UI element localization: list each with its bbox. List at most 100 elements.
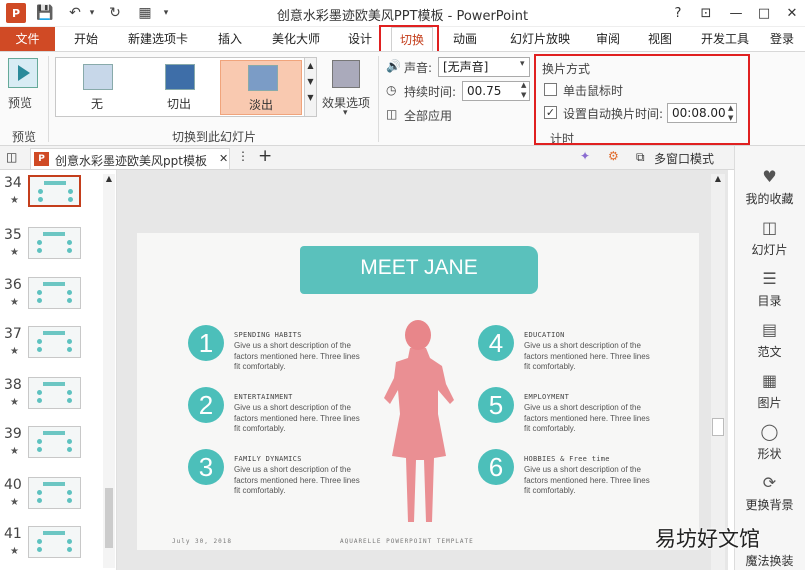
slide-title: MEET JANE [360,256,478,279]
sound-select[interactable]: [无声音] [438,57,530,77]
item-number-circle: 4 [478,325,514,361]
tab-new[interactable]: 新建选项卡 [122,27,194,51]
sound-dropdown-icon[interactable]: ▾ [520,59,525,69]
slide-number: 40 [4,477,22,493]
effect-options-icon[interactable] [332,60,360,88]
sound-label: 声音: [404,61,433,75]
thumbnail-row[interactable]: 36 ★ [0,275,117,319]
item-number-circle: 6 [478,449,514,485]
gallery-scroll[interactable]: ▲ ▼ ▼ [304,58,316,116]
highlight-transitions-tab [379,25,439,53]
slide-thumbnail[interactable] [28,426,81,458]
highlight-timing-group [534,54,750,145]
preview-button-label[interactable]: 预览 [8,94,32,111]
slide-number: 41 [4,526,22,542]
slide-thumbnail[interactable] [28,477,81,509]
thumbnail-row[interactable]: 41 ★ [0,524,117,568]
item-description: Give us a short description of the facto… [234,341,360,371]
ribbon-display-button[interactable]: ⊡ [693,2,719,24]
toc-button[interactable]: ☰ 目录 [734,270,805,309]
thumbnail-row[interactable]: 35 ★ [0,225,117,269]
slide-thumbnail[interactable] [28,326,81,358]
transition-group-label: 切换到此幻灯片 [172,130,257,144]
change-background-button[interactable]: ⟳ 更换背景 [734,474,805,513]
slide-title-banner: MEET JANE [300,246,538,294]
star-icon: ★ [10,397,19,408]
duration-label: 持续时间: [404,85,457,99]
tab-home[interactable]: 开始 [66,27,106,51]
ppt-file-icon: P [34,152,49,166]
slide-thumbnail[interactable] [28,277,81,309]
slide-thumbnail[interactable] [28,227,81,259]
tab-slideshow[interactable]: 幻灯片放映 [502,27,578,51]
canvas-vertical-scrollbar[interactable]: ▲ [711,174,725,570]
samples-button[interactable]: ▤ 范文 [734,321,805,360]
document-tab[interactable]: P 创意水彩墨迹欧美风ppt模板 ✕ [30,148,230,169]
close-button[interactable]: ✕ [779,2,805,24]
slides-icon: ◫ [761,218,778,237]
tab-file[interactable]: 文件 [0,27,55,51]
item-heading: FAMILY DYNAMICS [234,455,302,463]
minimize-button[interactable]: — [723,2,749,24]
shape-icon: ◯ [760,422,779,441]
tab-review[interactable]: 审阅 [588,27,628,51]
tab-design[interactable]: 设计 [340,27,380,51]
preview-icon[interactable] [8,58,38,88]
star-icon: ★ [10,297,19,308]
tab-login[interactable]: 登录 [770,27,805,51]
close-tab-icon[interactable]: ✕ [219,152,228,165]
pictures-button[interactable]: ▦ 图片 [734,372,805,411]
thumbnail-row[interactable]: 34 ★ [0,173,117,217]
new-tab-icon[interactable]: + [258,146,272,166]
item-heading: EMPLOYMENT [524,393,570,401]
star-icon: ★ [10,195,19,206]
thumbnail-row[interactable]: 40 ★ [0,475,117,519]
tab-developer[interactable]: 开发工具 [695,27,755,51]
magic-icon[interactable]: ✦ [580,149,590,163]
watermark-text: 易坊好文馆 [655,527,760,551]
tab-list-icon[interactable]: ◫ [6,150,17,164]
slide-thumbnail[interactable] [28,526,81,558]
transition-cut[interactable]: 切出 [138,60,220,115]
slide-number: 34 [4,175,22,191]
item-number-circle: 1 [188,325,224,361]
item-number-circle: 5 [478,387,514,423]
duration-input[interactable]: 00.75 [462,81,530,101]
apply-all-button[interactable]: 全部应用 [404,107,452,124]
slides-button[interactable]: ◫ 幻灯片 [734,219,805,258]
thumbnail-row[interactable]: 39 ★ [0,424,117,468]
help-button[interactable]: ? [665,2,691,24]
refresh-icon: ⟳ [762,473,777,492]
slide-number: 38 [4,377,22,393]
slide-thumbnail[interactable] [28,377,81,409]
thumbnail-row[interactable]: 37 ★ [0,324,117,368]
maximize-button[interactable]: □ [751,2,777,24]
item-number-circle: 3 [188,449,224,485]
transition-none[interactable]: 无 [56,60,138,115]
tab-insert[interactable]: 插入 [210,27,250,51]
item-heading: SPENDING HABITS [234,331,302,339]
slide-number: 35 [4,227,22,243]
transition-fade[interactable]: 淡出 [220,60,302,115]
favorites-button[interactable]: ♥ 我的收藏 [734,168,805,207]
transition-gallery: 无 切出 淡出 ▲ ▼ ▼ [55,57,317,117]
shapes-button[interactable]: ◯ 形状 [734,423,805,462]
tab-more-icon[interactable]: ⋮ [237,149,249,163]
title-bar: P 💾 ↶ ▾ ↻ ▦ ▾ 创意水彩墨迹欧美风PPT模板 - PowerPoin… [0,0,805,27]
item-description: Give us a short description of the facto… [524,465,650,495]
tab-beautify[interactable]: 美化大师 [266,27,326,51]
tab-animations[interactable]: 动画 [445,27,485,51]
star-icon: ★ [10,247,19,258]
tab-view[interactable]: 视图 [640,27,680,51]
duration-icon: ◷ [386,83,397,97]
slide-number: 39 [4,426,22,442]
star-icon: ★ [10,546,19,557]
settings-gear-icon[interactable]: ⚙ [608,149,619,163]
multiwindow-button[interactable]: 多窗口模式 [654,150,714,167]
item-description: Give us a short description of the facto… [524,403,650,433]
thumbnail-row[interactable]: 38 ★ [0,375,117,419]
duration-spinner-icon[interactable]: ▲ ▼ [521,80,526,100]
slide-thumbnail[interactable] [28,175,81,207]
image-icon: ▦ [761,371,778,390]
document-tab-bar: ◫ P 创意水彩墨迹欧美风ppt模板 ✕ ⋮ + ✦ ⚙ ⧉ 多窗口模式 [0,146,805,170]
